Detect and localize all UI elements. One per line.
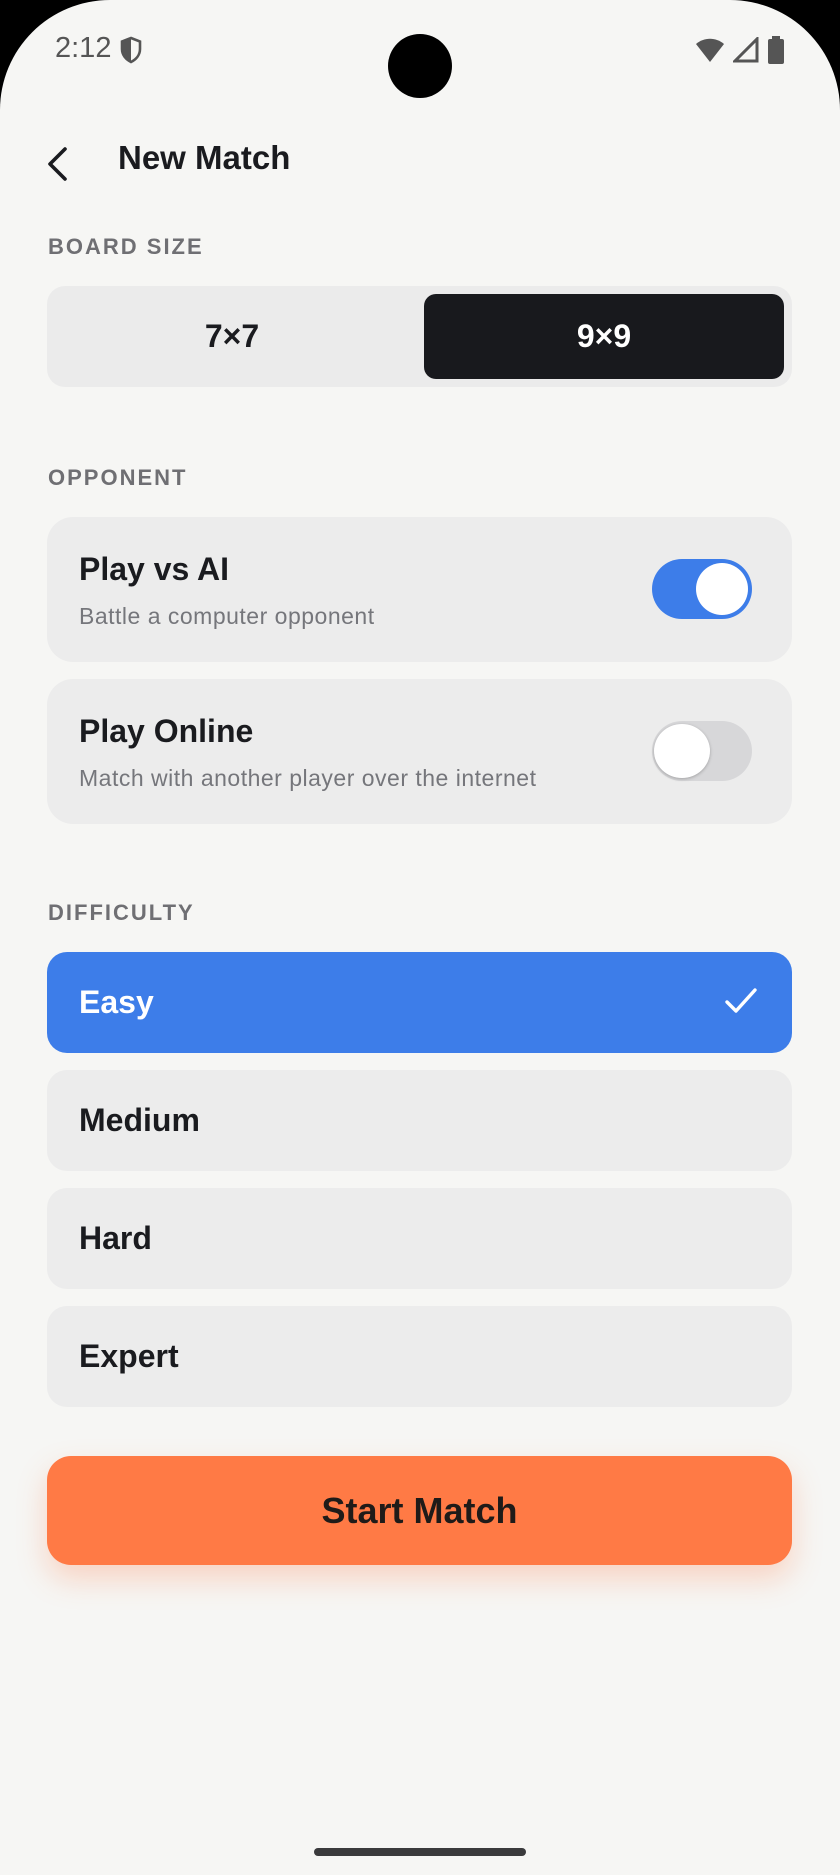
status-bar: 2:12 (0, 0, 840, 100)
difficulty-option-easy[interactable]: Easy (47, 952, 792, 1053)
play-online-title: Play Online (79, 713, 254, 749)
play-vs-ai-card[interactable]: Play vs AI Battle a computer opponent (47, 517, 792, 662)
board-size-option-9x9[interactable]: 9×9 (424, 294, 784, 379)
shield-icon (119, 36, 143, 69)
system-icons (695, 35, 785, 69)
wifi-icon (695, 37, 725, 68)
play-vs-ai-title: Play vs AI (79, 551, 230, 587)
play-online-toggle[interactable] (652, 721, 752, 781)
camera-cutout (388, 34, 452, 98)
board-size-label: BOARD SIZE (48, 234, 204, 259)
difficulty-option-label: Easy (79, 984, 154, 1020)
play-online-subtitle: Match with another player over the inter… (79, 765, 537, 791)
difficulty-option-label: Expert (79, 1338, 179, 1374)
back-arrow-icon (45, 146, 71, 187)
opponent-label: OPPONENT (48, 465, 188, 490)
cellular-icon (731, 35, 759, 68)
checkmark-icon (724, 986, 758, 1021)
toggle-knob (654, 724, 710, 778)
play-vs-ai-toggle[interactable] (652, 559, 752, 619)
board-size-option-7x7[interactable]: 7×7 (55, 294, 409, 379)
difficulty-option-label: Hard (79, 1220, 152, 1256)
difficulty-option-expert[interactable]: Expert (47, 1306, 792, 1407)
difficulty-label: DIFFICULTY (48, 900, 195, 925)
play-online-card[interactable]: Play Online Match with another player ov… (47, 679, 792, 824)
board-size-segmented-control: 7×7 9×9 (47, 286, 792, 387)
back-button[interactable] (28, 136, 88, 196)
app-screen: 2:12 New Match BOARD SIZE 7×7 9×9 OPPONE… (0, 0, 840, 1875)
start-match-button[interactable]: Start Match (47, 1456, 792, 1565)
page-title: New Match (118, 139, 291, 176)
play-vs-ai-subtitle: Battle a computer opponent (79, 603, 375, 629)
status-time: 2:12 (55, 32, 112, 64)
toggle-knob (696, 563, 748, 615)
difficulty-option-medium[interactable]: Medium (47, 1070, 792, 1171)
difficulty-option-label: Medium (79, 1102, 200, 1138)
difficulty-option-hard[interactable]: Hard (47, 1188, 792, 1289)
battery-icon (767, 36, 785, 69)
home-indicator[interactable] (314, 1848, 526, 1856)
